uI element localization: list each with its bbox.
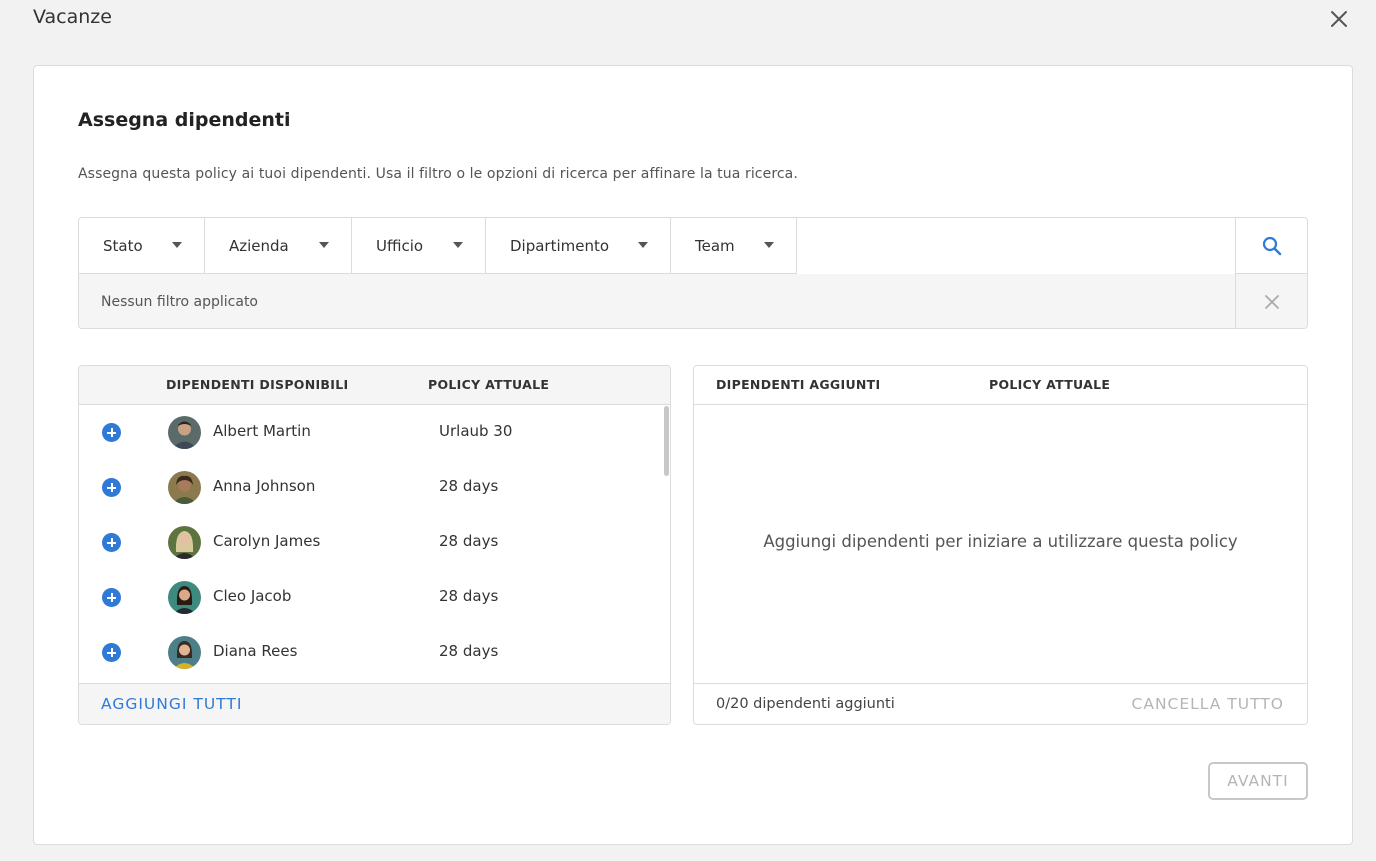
column-header-employees: DIPENDENTI DISPONIBILI xyxy=(166,377,349,392)
clear-filters-button[interactable] xyxy=(1235,274,1307,328)
add-employee-button[interactable] xyxy=(102,423,121,442)
avatar xyxy=(168,636,201,669)
next-button[interactable]: AVANTI xyxy=(1208,762,1308,800)
employee-policy: Urlaub 30 xyxy=(439,422,513,440)
list-item: Cleo Jacob 28 days xyxy=(79,570,670,625)
filter-dropdown-azienda[interactable]: Azienda xyxy=(205,218,352,274)
applied-filters-row: Nessun filtro applicato xyxy=(79,274,1307,328)
employee-name: Albert Martin xyxy=(213,422,311,440)
added-footer: 0/20 dipendenti aggiunti CANCELLA TUTTO xyxy=(694,683,1307,724)
page-subtitle: Assegna questa policy ai tuoi dipendenti… xyxy=(78,166,798,182)
caret-down-icon xyxy=(319,242,329,248)
caret-down-icon xyxy=(453,242,463,248)
avatar xyxy=(168,416,201,449)
employee-policy: 28 days xyxy=(439,477,499,495)
list-item: Albert Martin Urlaub 30 xyxy=(79,405,670,460)
add-employee-button[interactable] xyxy=(102,643,121,662)
caret-down-icon xyxy=(172,242,182,248)
available-employees-panel: DIPENDENTI DISPONIBILI POLICY ATTUALE Al… xyxy=(78,365,671,725)
employee-policy: 28 days xyxy=(439,532,499,550)
search-button[interactable] xyxy=(1235,218,1307,274)
added-count: 0/20 dipendenti aggiunti xyxy=(716,696,895,712)
filter-dropdown-team[interactable]: Team xyxy=(671,218,797,274)
search-icon xyxy=(1262,236,1281,256)
list-scrollbar[interactable] xyxy=(664,406,669,476)
column-header-policy: POLICY ATTUALE xyxy=(428,377,550,392)
employee-name: Carolyn James xyxy=(213,532,321,550)
filter-dropdown-label: Azienda xyxy=(229,237,289,255)
window-title: Vacanze xyxy=(33,6,112,28)
list-item: Carolyn James 28 days xyxy=(79,515,670,570)
available-list[interactable]: Albert Martin Urlaub 30 Anna Johnson 28 … xyxy=(79,405,670,684)
avatar xyxy=(168,526,201,559)
filter-dropdown-label: Dipartimento xyxy=(510,237,610,255)
column-header-employees: DIPENDENTI AGGIUNTI xyxy=(716,377,881,392)
clear-filter-icon xyxy=(1264,295,1279,309)
applied-filters-text: Nessun filtro applicato xyxy=(101,294,258,310)
employee-policy: 28 days xyxy=(439,587,499,605)
filter-dropdown-label: Team xyxy=(695,237,735,255)
filter-dropdown-dipartimento[interactable]: Dipartimento xyxy=(486,218,671,274)
add-employee-button[interactable] xyxy=(102,478,121,497)
added-table-header: DIPENDENTI AGGIUNTI POLICY ATTUALE xyxy=(694,366,1307,405)
close-button[interactable] xyxy=(1326,6,1352,32)
add-employee-button[interactable] xyxy=(102,588,121,607)
assign-card: Assegna dipendenti Assegna questa policy… xyxy=(33,65,1353,845)
filter-dropdown-ufficio[interactable]: Ufficio xyxy=(352,218,486,274)
clear-all-button[interactable]: CANCELLA TUTTO xyxy=(1132,695,1284,713)
avatar xyxy=(168,581,201,614)
filter-dropdown-label: Stato xyxy=(103,237,143,255)
filter-row: Stato Azienda Ufficio Dipartimento Team xyxy=(79,218,1307,274)
employee-name: Cleo Jacob xyxy=(213,587,292,605)
caret-down-icon xyxy=(764,242,774,248)
list-item: Diana Rees 28 days xyxy=(79,625,670,680)
close-icon xyxy=(1331,11,1347,27)
avatar xyxy=(168,471,201,504)
page-title: Assegna dipendenti xyxy=(78,109,291,131)
filter-dropdown-label: Ufficio xyxy=(376,237,424,255)
filter-box: Stato Azienda Ufficio Dipartimento Team xyxy=(78,217,1308,329)
empty-state-message: Aggiungi dipendenti per iniziare a utili… xyxy=(763,532,1238,551)
available-footer: AGGIUNGI TUTTI xyxy=(79,683,670,724)
search-input[interactable] xyxy=(797,218,1235,274)
employee-name: Anna Johnson xyxy=(213,477,316,495)
add-all-button[interactable]: AGGIUNGI TUTTI xyxy=(79,695,242,713)
employee-policy: 28 days xyxy=(439,642,499,660)
employee-name: Diana Rees xyxy=(213,642,298,660)
filter-dropdown-stato[interactable]: Stato xyxy=(79,218,205,274)
caret-down-icon xyxy=(638,242,648,248)
add-employee-button[interactable] xyxy=(102,533,121,552)
added-employees-panel: DIPENDENTI AGGIUNTI POLICY ATTUALE Aggiu… xyxy=(693,365,1308,725)
available-table-header: DIPENDENTI DISPONIBILI POLICY ATTUALE xyxy=(79,366,670,405)
list-item: Anna Johnson 28 days xyxy=(79,460,670,515)
added-list: Aggiungi dipendenti per iniziare a utili… xyxy=(694,405,1307,684)
column-header-policy: POLICY ATTUALE xyxy=(989,377,1111,392)
